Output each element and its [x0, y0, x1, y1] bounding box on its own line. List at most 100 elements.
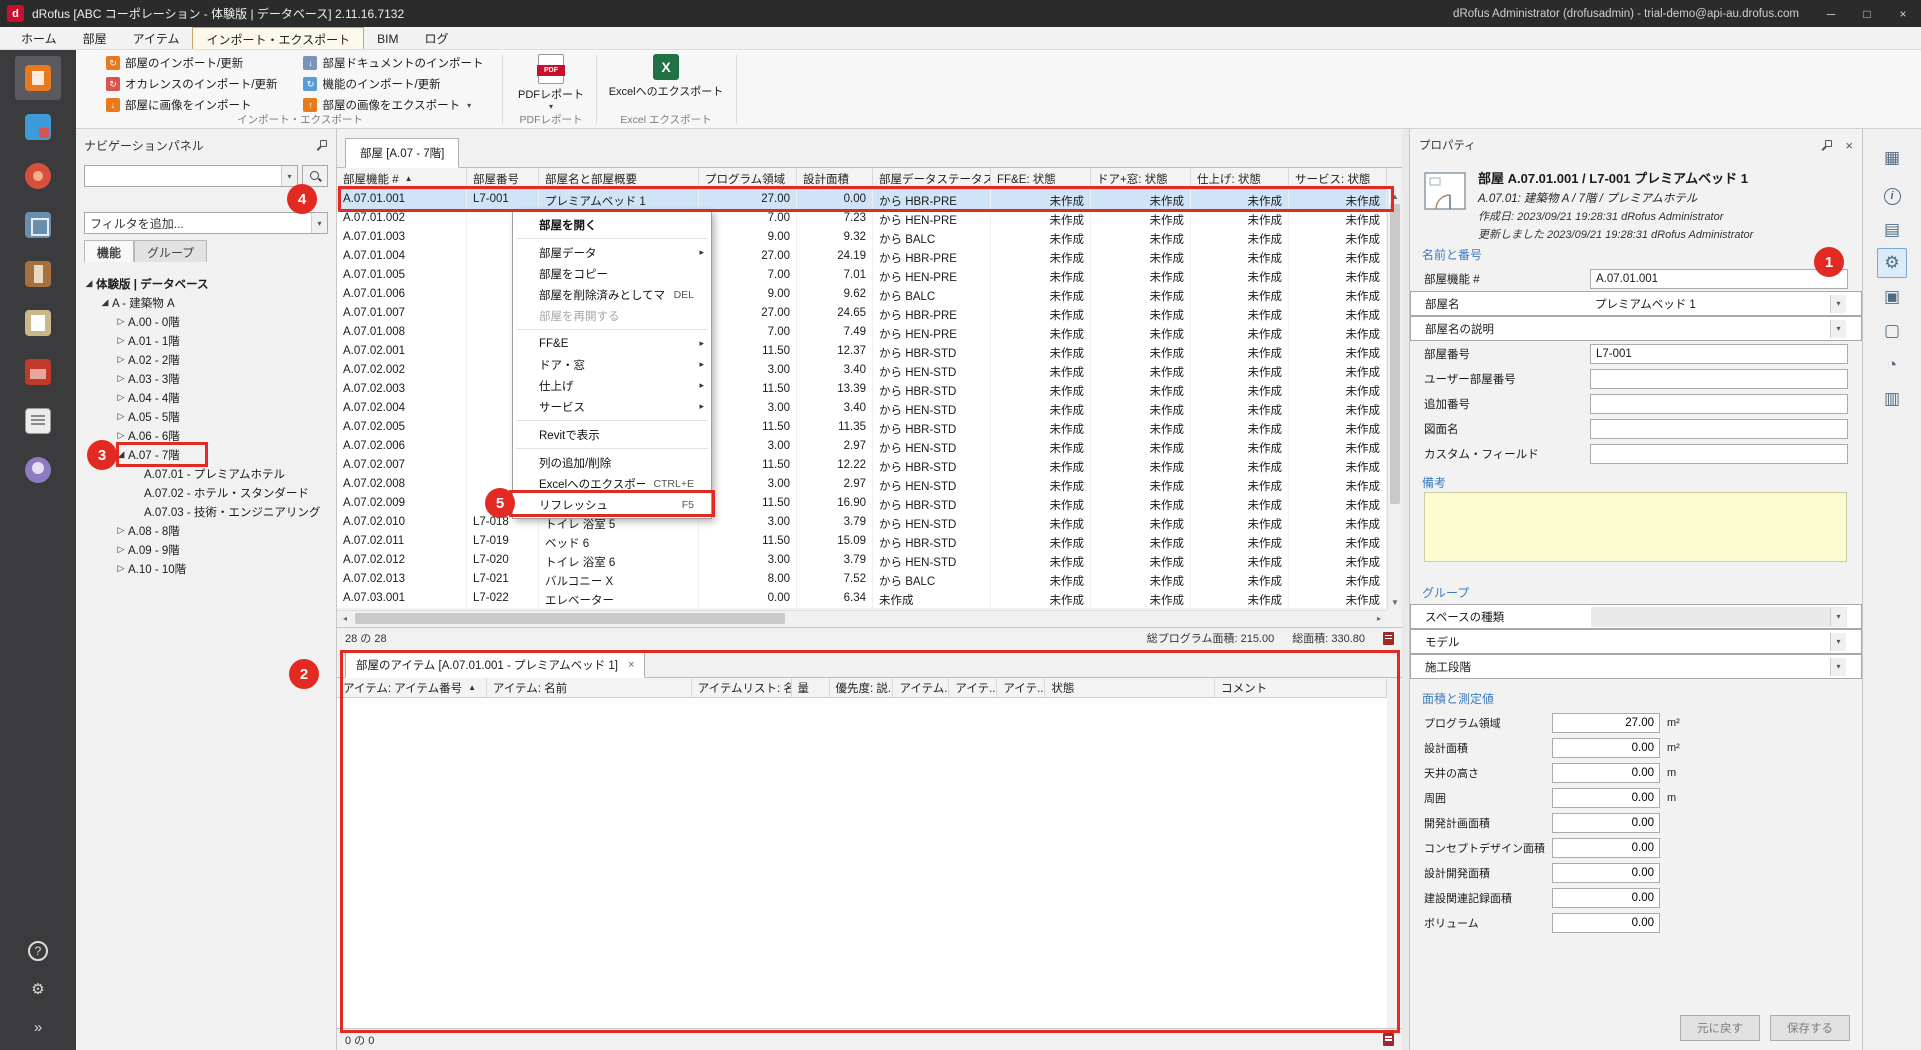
column-header-comment[interactable]: コメント — [1215, 678, 1387, 697]
column-header-design-area[interactable]: 設計面積 — [797, 168, 873, 189]
scroll-down-icon[interactable]: ▼ — [1388, 596, 1402, 610]
tab-import-export[interactable]: インポート・エクスポート — [192, 27, 364, 49]
table-row[interactable]: A.07.02.005 11.50 11.35 から HBR-STD 未作成 未… — [337, 418, 1387, 437]
field-input[interactable] — [1552, 763, 1660, 783]
column-header-priority[interactable]: 優先度: 説... — [830, 678, 894, 697]
field-input[interactable] — [1591, 319, 1847, 339]
table-row[interactable]: A.07.01.001 L7-001 プレミアムベッド 1 27.00 0.00… — [337, 190, 1387, 209]
document-icon[interactable]: ▢ — [1877, 316, 1907, 346]
scrollbar-thumb[interactable] — [355, 613, 785, 624]
column-header-item-extra-1[interactable]: アイテム... — [893, 678, 949, 697]
scroll-right-icon[interactable]: ▸ — [1371, 611, 1387, 626]
module-rooms[interactable] — [15, 56, 61, 100]
table-row[interactable]: A.07.01.003 9.00 9.32 から BALC 未作成 未作成 未作… — [337, 228, 1387, 247]
context-menu-item[interactable]: サービス — [513, 396, 711, 417]
field-input[interactable] — [1552, 838, 1660, 858]
import-occurrences-button[interactable]: ↻オカレンスのインポート/更新 — [100, 74, 283, 94]
report-icon[interactable] — [1383, 632, 1394, 645]
column-header-door-window-status[interactable]: ドア+窓: 状態 — [1091, 168, 1191, 189]
close-icon[interactable]: × — [628, 659, 634, 671]
field-input[interactable] — [1591, 607, 1847, 627]
field-input[interactable] — [1590, 444, 1848, 464]
chevron-down-icon[interactable]: ▾ — [1830, 633, 1846, 651]
context-menu-item[interactable]: Excelへのエクスポート CTRL+E — [513, 473, 711, 494]
room-list-tab[interactable]: 部屋 [A.07 - 7階] — [345, 138, 459, 168]
vertical-scrollbar[interactable]: ▲ ▼ — [1387, 190, 1402, 610]
column-header-room-number[interactable]: 部屋番号 — [467, 168, 539, 189]
import-room-documents-button[interactable]: ↓部屋ドキュメントのインポート — [297, 53, 489, 73]
field-input[interactable] — [1552, 713, 1660, 733]
table-row[interactable]: A.07.01.005 7.00 7.01 から HEN-PRE 未作成 未作成… — [337, 266, 1387, 285]
context-menu-item[interactable]: 部屋を開く — [513, 214, 711, 235]
context-menu-item[interactable]: 部屋をコピー — [513, 263, 711, 284]
tree-item[interactable]: A.07.01 - プレミアムホテル — [76, 464, 336, 483]
field-input[interactable] — [1552, 888, 1660, 908]
tree-item[interactable]: A.00 - 0階 — [76, 312, 336, 331]
table-row[interactable]: A.07.01.004 27.00 24.19 から HBR-PRE 未作成 未… — [337, 247, 1387, 266]
context-menu-item[interactable]: 列の追加/削除 — [513, 452, 711, 473]
expander-icon[interactable] — [114, 316, 128, 327]
context-menu-item[interactable] — [513, 326, 711, 333]
context-menu-item[interactable]: ドア・窓 — [513, 354, 711, 375]
gear-icon[interactable]: ⚙ — [1877, 248, 1907, 278]
expander-icon[interactable] — [114, 354, 128, 365]
field-input[interactable] — [1591, 632, 1847, 652]
table-row[interactable]: A.07.01.002 7.00 7.23 から HEN-PRE 未作成 未作成… — [337, 209, 1387, 228]
tree-item[interactable]: A.09 - 9階 — [76, 540, 336, 559]
chevron-down-icon[interactable]: ▾ — [1830, 608, 1846, 626]
tree-item[interactable]: A.01 - 1階 — [76, 331, 336, 350]
column-header-item-extra-3[interactable]: アイテ... — [997, 678, 1045, 697]
tree-item[interactable]: A.04 - 4階 — [76, 388, 336, 407]
expander-icon[interactable] — [114, 335, 128, 346]
tree-item[interactable]: A - 建築物 A — [76, 293, 336, 312]
chevron-down-icon[interactable]: ▾ — [1830, 295, 1846, 313]
tree-item[interactable]: A.07.03 - 技術・エンジニアリング — [76, 502, 336, 521]
expander-icon[interactable] — [114, 430, 128, 441]
column-header-item-extra-2[interactable]: アイテ... — [949, 678, 997, 697]
import-functions-button[interactable]: ↻機能のインポート/更新 — [297, 74, 489, 94]
import-rooms-button[interactable]: ↻部屋のインポート/更新 — [100, 53, 283, 73]
tab-rooms[interactable]: 部屋 — [70, 27, 120, 49]
scroll-up-icon[interactable]: ▲ — [1388, 190, 1402, 204]
field-input[interactable] — [1590, 369, 1848, 389]
expander-icon[interactable] — [114, 563, 128, 574]
tab-log[interactable]: ログ — [411, 27, 461, 49]
horizontal-scrollbar[interactable]: ◂ ▸ — [337, 610, 1387, 626]
excel-export-button[interactable]: X Excelへのエクスポート — [608, 54, 724, 99]
tree-item[interactable]: A.05 - 5階 — [76, 407, 336, 426]
minimize-button[interactable]: ─ — [1813, 0, 1849, 27]
tab-groups[interactable]: グループ — [134, 240, 207, 262]
maximize-button[interactable]: □ — [1849, 0, 1885, 27]
chevron-down-icon[interactable]: ▾ — [1830, 320, 1846, 338]
module-occurrences[interactable] — [15, 154, 61, 198]
table-row[interactable]: A.07.03.001 L7-022 エレベーター 0.00 6.34 未作成 … — [337, 589, 1387, 608]
expander-icon[interactable] — [82, 278, 96, 289]
table-row[interactable]: A.07.02.011 L7-019 ベッド 6 11.50 15.09 から … — [337, 532, 1387, 551]
tree-item[interactable]: 体験版 | データベース — [76, 274, 336, 293]
table-row[interactable]: A.07.02.013 L7-021 バルコニー X 8.00 7.52 から … — [337, 570, 1387, 589]
context-menu-item[interactable]: 部屋データ — [513, 242, 711, 263]
pin-icon[interactable] — [315, 139, 328, 152]
report-icon[interactable] — [1383, 1033, 1394, 1046]
field-input[interactable] — [1552, 788, 1660, 808]
field-input[interactable] — [1590, 269, 1848, 289]
context-menu-item[interactable]: Revitで表示 — [513, 424, 711, 445]
tab-home[interactable]: ホーム — [8, 27, 70, 49]
module-buildings[interactable] — [15, 350, 61, 394]
field-input[interactable] — [1552, 813, 1660, 833]
scroll-left-icon[interactable]: ◂ — [337, 611, 353, 626]
column-header-finish-status[interactable]: 仕上げ: 状態 — [1191, 168, 1289, 189]
expander-icon[interactable] — [114, 373, 128, 384]
pin-icon[interactable] — [1820, 139, 1833, 152]
close-button[interactable]: × — [1885, 0, 1921, 27]
expander-icon[interactable] — [114, 525, 128, 536]
tree-item[interactable]: A.10 - 10階 — [76, 559, 336, 578]
expander-icon[interactable] — [114, 411, 128, 422]
chevron-down-icon[interactable]: ▾ — [281, 166, 297, 186]
module-doors[interactable] — [15, 252, 61, 296]
context-menu-item[interactable]: 部屋を再開する — [513, 305, 711, 326]
expander-icon[interactable] — [114, 544, 128, 555]
field-input[interactable] — [1552, 913, 1660, 933]
table-row[interactable]: A.07.01.007 27.00 24.65 から HBR-PRE 未作成 未… — [337, 304, 1387, 323]
column-header-room-function[interactable]: 部屋機能 #▲ — [337, 168, 467, 189]
